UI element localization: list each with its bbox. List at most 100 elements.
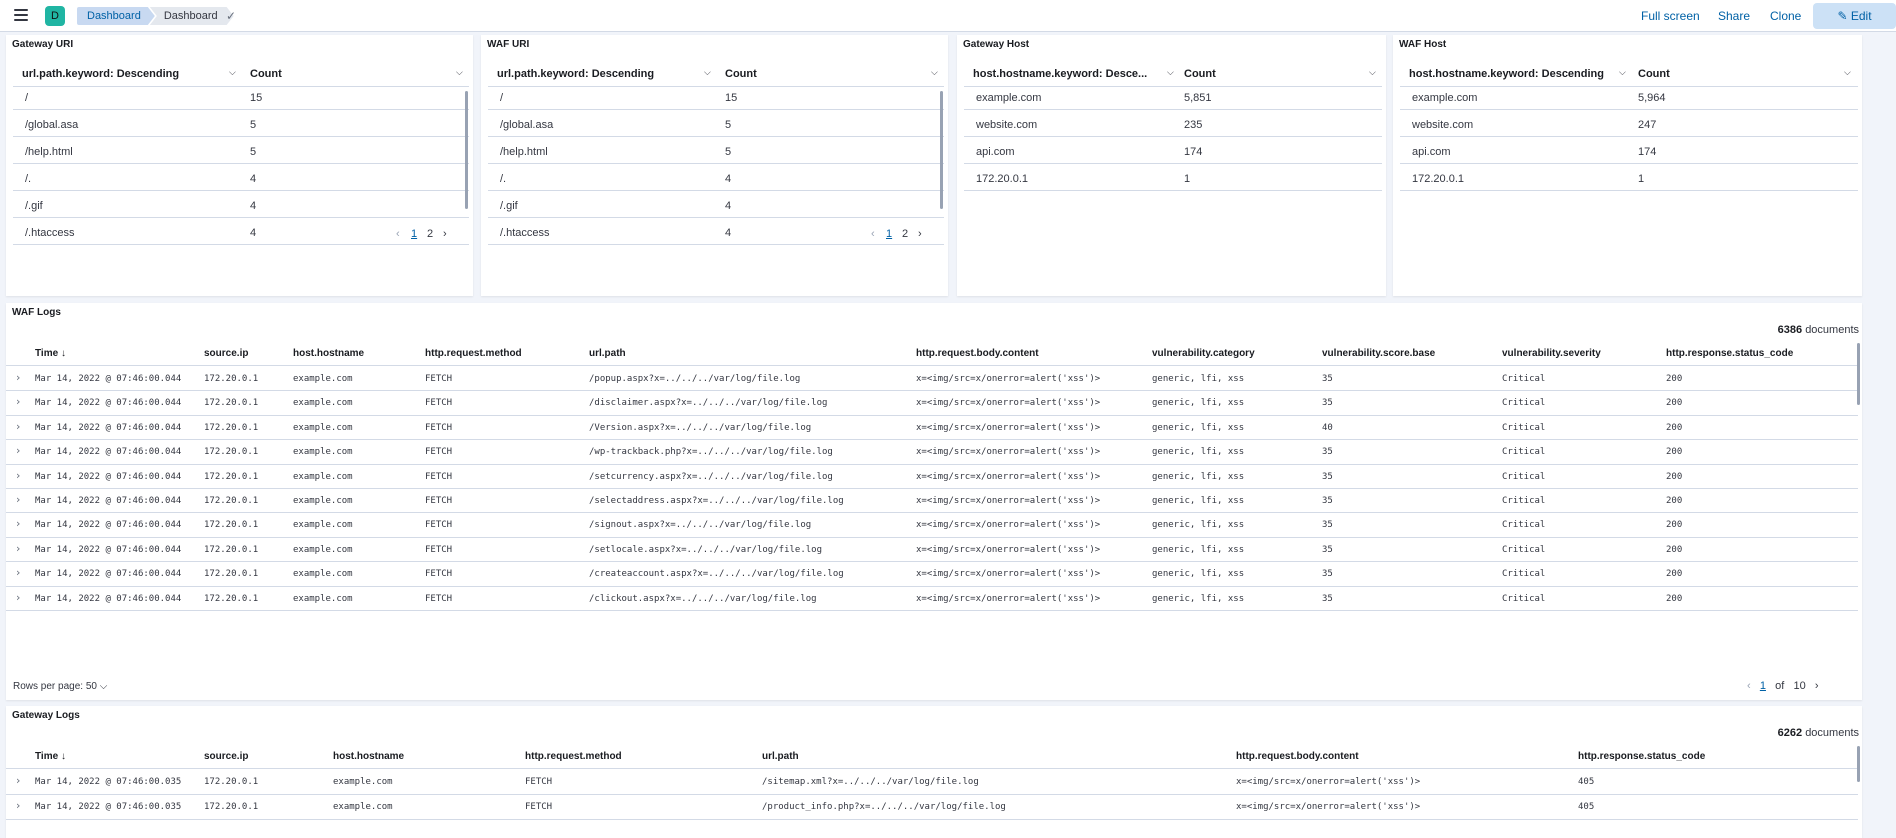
expand-row-icon[interactable]: › xyxy=(16,371,20,384)
cell-vuln-category[interactable]: generic, lfi, xss xyxy=(1152,398,1244,408)
cell-status-code[interactable]: 200 xyxy=(1666,374,1682,384)
column-header-hostname[interactable]: host.hostname xyxy=(333,751,404,762)
cell-url-path[interactable]: /signout.aspx?x=../../../var/log/file.lo… xyxy=(589,520,811,530)
chevron-down-icon[interactable]: ⌵ xyxy=(931,67,938,78)
cell-url-path[interactable]: /sitemap.xml?x=../../../var/log/file.log xyxy=(762,777,979,787)
cell-hostname[interactable]: api.com xyxy=(1412,146,1451,158)
chevron-down-icon[interactable]: ⌵ xyxy=(704,67,711,78)
chevron-left-icon[interactable]: ‹ xyxy=(1747,680,1751,692)
cell-hostname[interactable]: example.com xyxy=(293,447,353,457)
column-header-vuln-score[interactable]: vulnerability.score.base xyxy=(1322,348,1435,359)
cell-vuln-category[interactable]: generic, lfi, xss xyxy=(1152,520,1244,530)
cell-vuln-score[interactable]: 35 xyxy=(1322,569,1333,579)
column-header-url-path[interactable]: url.path xyxy=(762,751,799,762)
column-header-count[interactable]: Count xyxy=(1638,68,1670,80)
page-2-link[interactable]: 2 xyxy=(427,228,433,240)
cell-body-content[interactable]: x=<img/src=x/onerror=alert('xss')> xyxy=(916,569,1100,579)
column-header-url-path[interactable]: url.path.keyword: Descending xyxy=(22,68,222,80)
column-header-count[interactable]: Count xyxy=(725,68,757,80)
expand-row-icon[interactable]: › xyxy=(16,542,20,555)
cell-method[interactable]: FETCH xyxy=(425,594,452,604)
page-1-link[interactable]: 1 xyxy=(411,228,417,240)
cell-hostname[interactable]: api.com xyxy=(976,146,1015,158)
cell-method[interactable]: FETCH xyxy=(425,374,452,384)
cell-hostname[interactable]: example.com xyxy=(293,496,353,506)
scrollbar[interactable] xyxy=(465,91,468,209)
column-header-hostname[interactable]: host.hostname.keyword: Desce... xyxy=(973,68,1168,80)
cell-body-content[interactable]: x=<img/src=x/onerror=alert('xss')> xyxy=(916,398,1100,408)
page-1-link[interactable]: 1 xyxy=(886,228,892,240)
expand-row-icon[interactable]: › xyxy=(16,591,20,604)
cell-body-content[interactable]: x=<img/src=x/onerror=alert('xss')> xyxy=(916,447,1100,457)
cell-vuln-severity[interactable]: Critical xyxy=(1502,569,1545,579)
chevron-left-icon[interactable]: ‹ xyxy=(871,228,875,240)
cell-hostname[interactable]: example.com xyxy=(333,802,393,812)
cell-body-content[interactable]: x=<img/src=x/onerror=alert('xss')> xyxy=(916,374,1100,384)
cell-hostname[interactable]: example.com xyxy=(293,545,353,555)
cell-status-code[interactable]: 405 xyxy=(1578,777,1594,787)
cell-source-ip[interactable]: 172.20.0.1 xyxy=(204,545,258,555)
cell-path[interactable]: / xyxy=(25,92,28,104)
cell-source-ip[interactable]: 172.20.0.1 xyxy=(204,777,258,787)
expand-row-icon[interactable]: › xyxy=(16,395,20,408)
cell-url-path[interactable]: /wp-trackback.php?x=../../../var/log/fil… xyxy=(589,447,833,457)
chevron-down-icon[interactable]: ⌵ xyxy=(1369,67,1376,78)
cell-time[interactable]: Mar 14, 2022 @ 07:46:00.044 xyxy=(35,569,181,579)
menu-icon[interactable] xyxy=(14,9,28,21)
cell-url-path[interactable]: /setcurrency.aspx?x=../../../var/log/fil… xyxy=(589,472,833,482)
cell-vuln-severity[interactable]: Critical xyxy=(1502,496,1545,506)
cell-status-code[interactable]: 200 xyxy=(1666,398,1682,408)
cell-vuln-severity[interactable]: Critical xyxy=(1502,447,1545,457)
cell-hostname[interactable]: 172.20.0.1 xyxy=(1412,173,1464,185)
cell-time[interactable]: Mar 14, 2022 @ 07:46:00.044 xyxy=(35,472,181,482)
rows-per-page-select[interactable]: Rows per page: 50 ⌵ xyxy=(13,681,107,692)
cell-method[interactable]: FETCH xyxy=(425,423,452,433)
page-total-link[interactable]: 10 xyxy=(1794,680,1806,692)
cell-vuln-category[interactable]: generic, lfi, xss xyxy=(1152,496,1244,506)
cell-path[interactable]: /help.html xyxy=(500,146,548,158)
cell-hostname[interactable]: example.com xyxy=(293,423,353,433)
chevron-left-icon[interactable]: ‹ xyxy=(396,228,400,240)
cell-vuln-category[interactable]: generic, lfi, xss xyxy=(1152,447,1244,457)
cell-path[interactable]: / xyxy=(500,92,503,104)
cell-vuln-score[interactable]: 35 xyxy=(1322,545,1333,555)
cell-hostname[interactable]: example.com xyxy=(1412,92,1477,104)
cell-status-code[interactable]: 200 xyxy=(1666,472,1682,482)
expand-row-icon[interactable]: › xyxy=(16,774,20,787)
column-header-status-code[interactable]: http.response.status_code xyxy=(1578,751,1705,762)
cell-source-ip[interactable]: 172.20.0.1 xyxy=(204,423,258,433)
expand-row-icon[interactable]: › xyxy=(16,493,20,506)
cell-path[interactable]: /. xyxy=(500,173,506,185)
chevron-right-icon[interactable]: › xyxy=(1815,680,1819,692)
cell-time[interactable]: Mar 14, 2022 @ 07:46:00.044 xyxy=(35,496,181,506)
cell-vuln-category[interactable]: generic, lfi, xss xyxy=(1152,594,1244,604)
edit-button[interactable]: ✎ Edit xyxy=(1813,3,1896,29)
cell-hostname[interactable]: example.com xyxy=(293,520,353,530)
cell-url-path[interactable]: /selectaddress.aspx?x=../../../var/log/f… xyxy=(589,496,844,506)
cell-body-content[interactable]: x=<img/src=x/onerror=alert('xss')> xyxy=(916,496,1100,506)
chevron-down-icon[interactable]: ⌵ xyxy=(229,67,236,78)
chevron-right-icon[interactable]: › xyxy=(443,228,447,240)
cell-hostname[interactable]: example.com xyxy=(976,92,1041,104)
cell-body-content[interactable]: x=<img/src=x/onerror=alert('xss')> xyxy=(916,472,1100,482)
cell-path[interactable]: /. xyxy=(25,173,31,185)
cell-vuln-category[interactable]: generic, lfi, xss xyxy=(1152,472,1244,482)
column-header-status-code[interactable]: http.response.status_code xyxy=(1666,348,1793,359)
cell-vuln-score[interactable]: 35 xyxy=(1322,594,1333,604)
cell-hostname[interactable]: website.com xyxy=(976,119,1037,131)
cell-source-ip[interactable]: 172.20.0.1 xyxy=(204,472,258,482)
column-header-hostname[interactable]: host.hostname.keyword: Descending xyxy=(1409,68,1619,80)
cell-time[interactable]: Mar 14, 2022 @ 07:46:00.044 xyxy=(35,423,181,433)
cell-method[interactable]: FETCH xyxy=(425,569,452,579)
chevron-down-icon[interactable]: ⌵ xyxy=(1167,67,1174,78)
cell-time[interactable]: Mar 14, 2022 @ 07:46:00.044 xyxy=(35,520,181,530)
cell-vuln-severity[interactable]: Critical xyxy=(1502,520,1545,530)
cell-vuln-severity[interactable]: Critical xyxy=(1502,374,1545,384)
cell-method[interactable]: FETCH xyxy=(525,802,552,812)
cell-body-content[interactable]: x=<img/src=x/onerror=alert('xss')> xyxy=(1236,802,1420,812)
cell-url-path[interactable]: /clickout.aspx?x=../../../var/log/file.l… xyxy=(589,594,817,604)
cell-hostname[interactable]: example.com xyxy=(293,594,353,604)
scrollbar[interactable] xyxy=(1857,746,1860,782)
cell-url-path[interactable]: /product_info.php?x=../../../var/log/fil… xyxy=(762,802,1006,812)
cell-status-code[interactable]: 200 xyxy=(1666,447,1682,457)
